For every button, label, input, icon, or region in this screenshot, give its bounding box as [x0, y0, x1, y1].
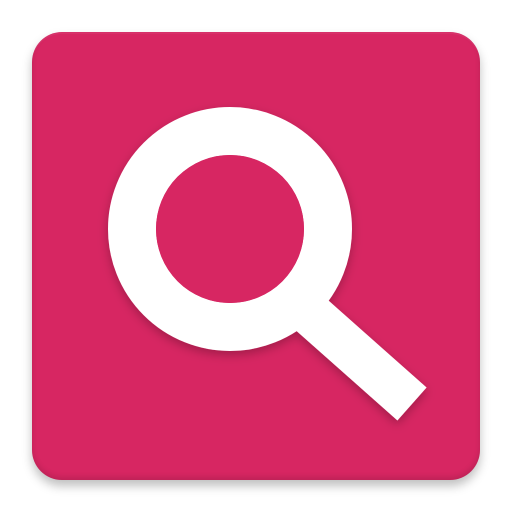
- icon-canvas: [0, 0, 512, 512]
- search-app-icon[interactable]: [32, 32, 480, 480]
